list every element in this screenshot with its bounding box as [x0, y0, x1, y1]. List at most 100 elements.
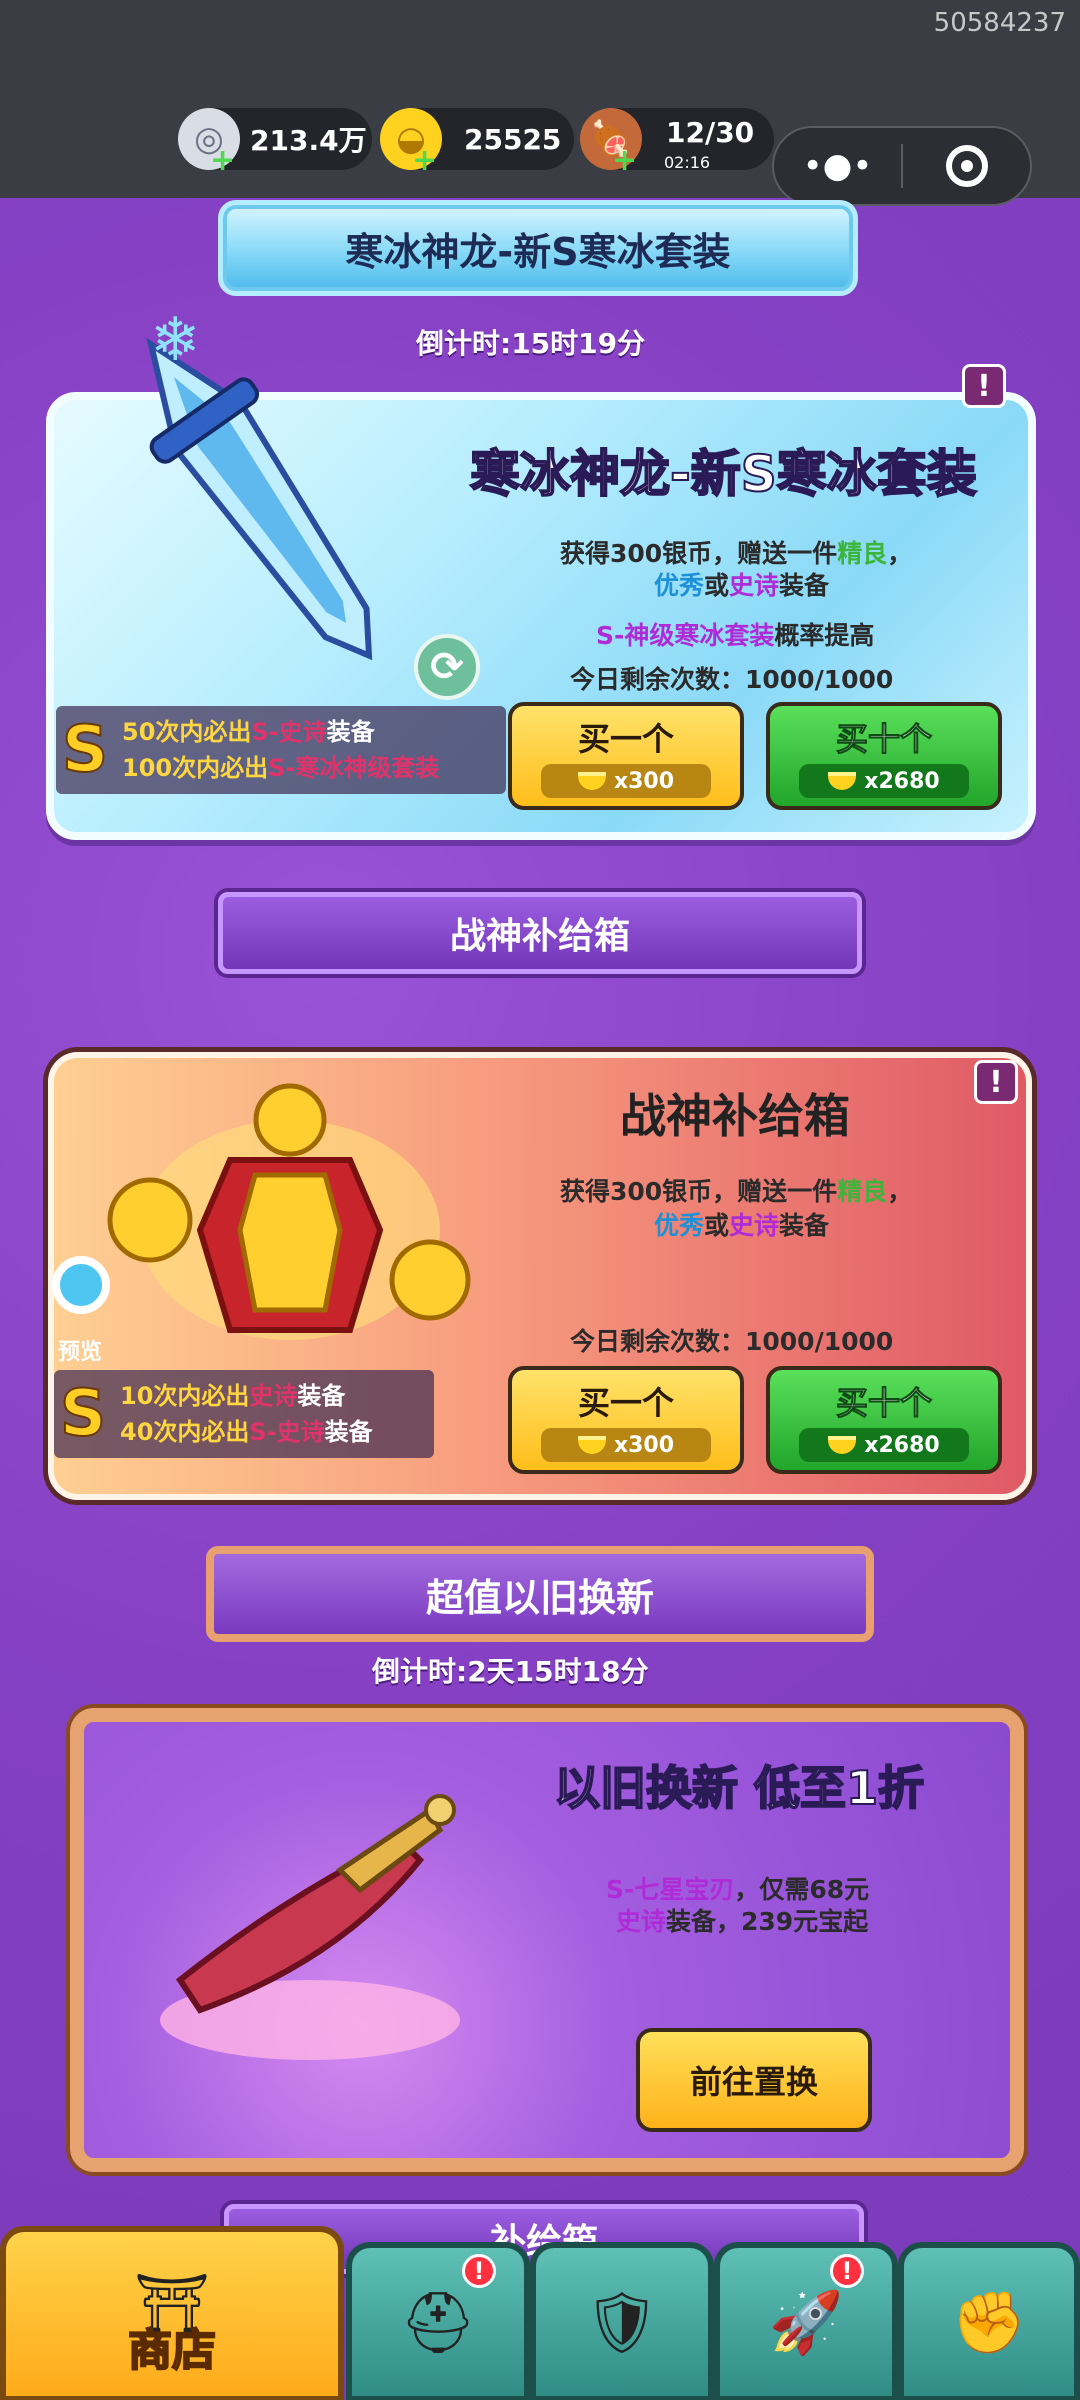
trade-in-line2: 史诗装备，239元宝起: [616, 1902, 868, 1938]
silver-value: 213.4万: [250, 124, 367, 157]
more-menu-button[interactable]: •●•: [774, 128, 901, 204]
ice-boost-item: S-神级寒冰套装: [596, 621, 775, 650]
war-box-banner: 战神补给箱: [218, 892, 862, 974]
war-g2-suffix: 装备: [324, 1418, 373, 1446]
war-box-banner-title: 战神补给箱: [449, 916, 630, 957]
trade-in-line1-suffix: ，仅需68元: [734, 1875, 870, 1904]
war-box-info-icon[interactable]: !: [974, 1060, 1018, 1104]
ice-desc-quality-epic: 史诗: [729, 571, 780, 600]
ice-boost-line: S-神级寒冰套装概率提高: [596, 616, 874, 652]
war-remaining: 今日剩余次数：1000/1000: [570, 1327, 894, 1356]
ice-buy-ten-price: x2680: [799, 764, 969, 798]
add-silver-icon[interactable]: +: [210, 143, 235, 178]
trade-in-banner-title: 超值以旧换新: [425, 1575, 654, 1620]
ice-buy-ten-button[interactable]: 买十个 x2680: [766, 702, 1002, 810]
war-guarantee-line2: 40次内必出S-史诗装备: [120, 1414, 373, 1450]
ice-guarantee-line1: 50次内必出S-史诗装备: [122, 714, 439, 750]
war-desc-suffix: 装备: [779, 1211, 830, 1240]
trade-in-epic: 史诗: [616, 1907, 667, 1936]
go-trade-in-label: 前往置换: [689, 2063, 818, 2101]
war-buy-ten-button[interactable]: 买十个 x2680: [766, 1366, 1002, 1474]
war-buy-one-price: x300: [541, 1428, 711, 1462]
seven-star-blade-illustration: [160, 1794, 460, 2060]
stamina-value: 12/30: [666, 115, 755, 149]
gold-ingot-icon: [828, 772, 857, 790]
war-desc-quality-excellent: 优秀: [654, 1211, 705, 1240]
ice-event-banner: 寒冰神龙-新S寒冰套装: [218, 200, 858, 296]
magnifier-preview-icon[interactable]: [52, 1256, 110, 1314]
golden-armor-set-illustration: [107, 1083, 471, 1340]
war-g1-prefix: 10次内必出: [120, 1382, 250, 1410]
rocket-stars-icon: 🚀: [768, 2287, 844, 2358]
s-rank-icon: S: [61, 712, 109, 788]
ice-desc-or: 或: [704, 571, 730, 600]
trade-in-line2-suffix: 装备，239元宝起: [666, 1907, 869, 1936]
user-id: 50584237: [933, 8, 1066, 38]
ice-boost-suffix: 概率提高: [774, 621, 875, 650]
ice-buy-ten-label: 买十个: [835, 720, 932, 759]
war-desc-line1: 获得300银币，赠送一件精良，: [560, 1172, 912, 1208]
top-bar: 50584237 ◎ + 213.4万 ◒ + 25525 🍖 + 12/30 …: [0, 0, 1080, 206]
war-desc-or: 或: [704, 1211, 730, 1240]
gold-value: 25525: [464, 122, 562, 156]
ice-sword-illustration: ❄: [146, 305, 373, 661]
war-desc-quality-good: 精良: [837, 1177, 888, 1206]
war-desc-quality-epic: 史诗: [729, 1211, 780, 1240]
refresh-icon[interactable]: ⟳: [414, 634, 480, 700]
war-buy-ten-price: x2680: [799, 1428, 969, 1462]
silver-resource[interactable]: ◎ + 213.4万: [178, 108, 372, 178]
nav-tab-equipment[interactable]: ⛑ !: [346, 2242, 530, 2400]
war-desc-prefix: 获得300银币，赠送一件: [560, 1177, 838, 1206]
go-trade-in-button[interactable]: 前往置换: [636, 2028, 872, 2132]
ice-buy-one-price-value: x300: [613, 768, 675, 794]
ice-g2-item: S-寒冰神级套装: [268, 754, 440, 782]
war-buy-one-button[interactable]: 买一个 x300: [508, 1366, 744, 1474]
ice-info-icon[interactable]: !: [962, 364, 1006, 408]
armor-tile-icon: 🛡: [583, 2287, 661, 2358]
ice-guarantee-badge: S 50次内必出S-史诗装备 100次内必出S-寒冰神级套装: [56, 706, 506, 794]
ice-buy-one-label: 买一个: [577, 720, 674, 758]
s-rank-icon: S: [59, 1376, 107, 1452]
war-g1-suffix: 装备: [297, 1382, 346, 1410]
close-program-button[interactable]: [903, 128, 1030, 204]
gold-ingot-icon: [577, 1436, 606, 1454]
ice-buy-ten-price-value: x2680: [864, 768, 940, 794]
gold-ingot-icon: [828, 1436, 857, 1454]
nav-launch-alert-badge: !: [830, 2254, 864, 2288]
gold-ingot-icon: [577, 772, 606, 790]
ice-desc-line1: 获得300银币，赠送一件精良，: [560, 534, 912, 570]
add-stamina-icon[interactable]: +: [612, 143, 637, 178]
ice-guarantee-line2: 100次内必出S-寒冰神级套装: [122, 750, 439, 786]
nav-tab-armor[interactable]: 🛡: [530, 2242, 714, 2400]
war-desc-separator: ，: [887, 1177, 913, 1206]
ice-g1-prefix: 50次内必出: [122, 718, 252, 746]
ice-buy-one-button[interactable]: 买一个 x300: [508, 702, 744, 810]
stamina-resource[interactable]: 🍖 + 12/30 02:16: [580, 108, 774, 178]
war-box-card-title: 战神补给箱: [620, 1089, 850, 1143]
trade-in-item: S-七星宝刃: [606, 1875, 735, 1904]
war-g2-prefix: 40次内必出: [120, 1418, 250, 1446]
nav-tab-upgrade[interactable]: ✊: [898, 2242, 1080, 2400]
war-buy-ten-label: 买十个: [835, 1384, 932, 1423]
target-close-icon: [945, 145, 988, 187]
nav-tab-shop[interactable]: ⛩ 商店: [0, 2226, 344, 2400]
war-g1-item: 史诗: [249, 1382, 298, 1410]
ice-g1-item: S-史诗: [251, 718, 327, 746]
preview-label[interactable]: 预览: [58, 1334, 102, 1366]
ice-card-title: 寒冰神龙-新S寒冰套装: [469, 444, 978, 504]
ice-g2-prefix: 100次内必出: [122, 754, 269, 782]
war-guarantee-badge: S 10次内必出史诗装备 40次内必出S-史诗装备: [54, 1370, 434, 1458]
trade-in-countdown: 倒计时:2天15时18分: [372, 1655, 649, 1688]
fist-upgrade-icon: ✊: [951, 2287, 1027, 2358]
war-buy-one-price-value: x300: [613, 1432, 675, 1458]
ice-desc-prefix: 获得300银币，赠送一件: [560, 539, 838, 568]
stamina-timer: 02:16: [664, 153, 711, 172]
ice-g1-suffix: 装备: [326, 718, 375, 746]
gold-resource[interactable]: ◒ + 25525: [380, 108, 574, 178]
nav-tab-launch[interactable]: 🚀 !: [714, 2242, 898, 2400]
ice-remaining: 今日剩余次数：1000/1000: [570, 665, 894, 694]
ice-desc-quality-excellent: 优秀: [654, 571, 705, 600]
war-buy-ten-price-value: x2680: [864, 1432, 940, 1458]
add-gold-icon[interactable]: +: [412, 143, 437, 178]
ice-desc-separator: ，: [887, 539, 913, 568]
